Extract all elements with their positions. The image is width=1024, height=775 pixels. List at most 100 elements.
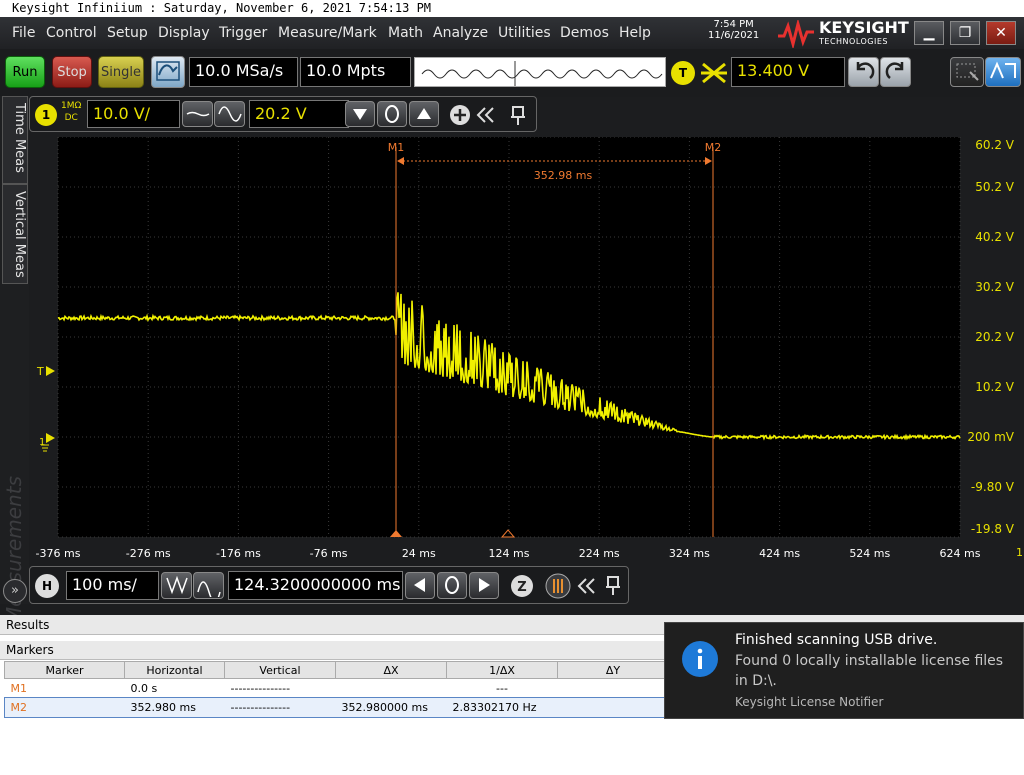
marker-delta-label: 352.98 ms — [534, 169, 593, 182]
notification-body-line1: Found 0 locally installable license file… — [735, 653, 1004, 669]
ground-arrow-icon[interactable] — [46, 433, 55, 443]
timebase-pin-icon[interactable] — [605, 574, 621, 596]
menu-utilities[interactable]: Utilities — [498, 25, 551, 41]
row-m2-vertical: --------------- — [230, 700, 291, 714]
brand-name: KEYSIGHT — [819, 18, 909, 37]
autoscale-icon — [156, 61, 180, 81]
x-axis-label: -376 ms — [36, 547, 81, 560]
pointer-mode-button[interactable] — [985, 57, 1021, 87]
col-inv-dx[interactable]: 1/ΔX — [446, 661, 558, 679]
table-row[interactable]: M1 0.0 s --------------- --- — [5, 679, 669, 698]
notification-body-line2: in D:\. — [735, 673, 777, 689]
row-m2-horizontal: 352.980 ms — [130, 700, 196, 714]
position-right-button[interactable] — [469, 572, 499, 599]
timebase-scale-field[interactable]: 100 ms/ — [66, 571, 159, 600]
gating-icon[interactable] — [545, 573, 571, 599]
y-axis-label: 20.2 V — [975, 330, 1015, 344]
brand-sub: TECHNOLOGIES — [819, 37, 888, 46]
timebase-position-field[interactable]: 124.3200000000 ms — [228, 571, 403, 600]
menu-help[interactable]: Help — [619, 25, 651, 41]
waveform-display[interactable]: M1 M2 352.98 ms 60.2 V 50.2 V 40.2 V 30.2 V… — [29, 137, 1024, 567]
x-axis-label: 224 ms — [579, 547, 620, 560]
undo-icon — [856, 62, 874, 79]
col-horizontal[interactable]: Horizontal — [124, 661, 225, 679]
channel-1-badge[interactable]: 1 — [35, 104, 57, 126]
timebase-increase-button[interactable] — [193, 572, 224, 603]
sample-rate-field[interactable]: 10.0 MSa/s — [189, 57, 298, 87]
menu-file[interactable]: File — [12, 25, 35, 41]
maximize-button[interactable]: ❐ — [950, 21, 980, 45]
menu-demos[interactable]: Demos — [560, 25, 609, 41]
single-button[interactable]: Single — [98, 56, 144, 88]
stop-button[interactable]: Stop — [52, 56, 92, 88]
channel-offset-field[interactable]: 20.2 V — [249, 100, 349, 128]
timebase-decrease-button[interactable] — [161, 572, 192, 599]
waveform-overview[interactable] — [414, 57, 666, 87]
zoom-box-button[interactable] — [950, 57, 984, 87]
x-axis-label: -176 ms — [216, 547, 261, 560]
menu-measure-mark[interactable]: Measure/Mark — [278, 25, 377, 41]
x-axis-label: -276 ms — [126, 547, 171, 560]
row-m2-dy — [558, 698, 669, 717]
trigger-level-arrow-icon[interactable] — [46, 366, 55, 376]
license-notification[interactable]: Finished scanning USB drive. Found 0 loc… — [664, 622, 1024, 719]
offset-zero-button[interactable] — [377, 101, 407, 127]
position-zero-button[interactable] — [437, 572, 467, 599]
table-row[interactable]: M2 352.980 ms --------------- 352.980000… — [3, 696, 670, 718]
keysight-wave-icon — [778, 20, 814, 48]
redo-icon — [885, 62, 903, 79]
arrow-right-icon — [479, 578, 490, 592]
minimize-button[interactable]: ▁ — [914, 21, 944, 45]
tab-vertical-meas[interactable]: Vertical Meas — [2, 184, 28, 284]
horizontal-badge[interactable]: H — [35, 574, 59, 598]
timebase-collapse-icon[interactable] — [576, 576, 598, 596]
scale-decrease-button[interactable] — [182, 101, 213, 127]
arrow-left-icon — [414, 578, 425, 592]
offset-up-button[interactable] — [409, 101, 439, 127]
close-icon: ✕ — [995, 25, 1007, 41]
zoom-box-icon — [956, 63, 979, 81]
col-marker[interactable]: Marker — [4, 661, 125, 679]
row-m2-marker: M2 — [10, 700, 28, 714]
results-tab[interactable]: Results — [6, 618, 49, 632]
undo-button[interactable] — [848, 57, 879, 87]
timebase-compress-icon — [165, 575, 188, 595]
menu-analyze[interactable]: Analyze — [433, 25, 488, 41]
add-channel-icon[interactable] — [449, 104, 471, 126]
x-axis-label: 324 ms — [669, 547, 710, 560]
pin-icon[interactable] — [510, 104, 526, 126]
timebase-expand-icon — [196, 581, 221, 603]
offset-down-button[interactable] — [345, 101, 375, 127]
trigger-badge[interactable]: T — [671, 61, 695, 85]
menu-trigger[interactable]: Trigger — [219, 25, 267, 41]
collapse-left-icon[interactable] — [475, 105, 497, 125]
channel-scale-field[interactable]: 10.0 V/ — [87, 100, 180, 128]
menu-math[interactable]: Math — [388, 25, 423, 41]
autoscale-button[interactable] — [151, 56, 185, 88]
menu-display[interactable]: Display — [158, 25, 210, 41]
y-axis-label: 10.2 V — [975, 380, 1015, 394]
markers-tab[interactable]: Markers — [6, 643, 54, 657]
row-m1-inv-dx: --- — [496, 681, 508, 695]
menu-control[interactable]: Control — [46, 25, 97, 41]
tab-time-meas[interactable]: Time Meas — [2, 96, 28, 184]
notification-title: Finished scanning USB drive. — [735, 632, 938, 648]
window-title: Keysight Infiniium : Saturday, November … — [12, 1, 432, 15]
position-left-button[interactable] — [405, 572, 435, 599]
arrow-up-icon — [417, 108, 431, 119]
scale-increase-button[interactable] — [214, 101, 245, 127]
col-dx[interactable]: ΔX — [335, 661, 447, 679]
memory-depth-field[interactable]: 10.0 Mpts — [300, 57, 411, 87]
close-button[interactable]: ✕ — [986, 21, 1016, 45]
scale-small-wave-icon — [186, 111, 209, 117]
menu-setup[interactable]: Setup — [107, 25, 148, 41]
zoom-icon[interactable]: Z — [510, 574, 534, 598]
scale-large-wave-icon — [217, 106, 242, 122]
expand-panel-icon: » — [11, 583, 19, 598]
col-dy[interactable]: ΔY — [557, 661, 669, 679]
redo-button[interactable] — [880, 57, 911, 87]
expand-panel-button[interactable]: » — [3, 579, 27, 603]
col-vertical[interactable]: Vertical — [224, 661, 336, 679]
run-button[interactable]: Run — [5, 56, 45, 88]
trigger-level-field[interactable]: 13.400 V — [731, 57, 845, 87]
